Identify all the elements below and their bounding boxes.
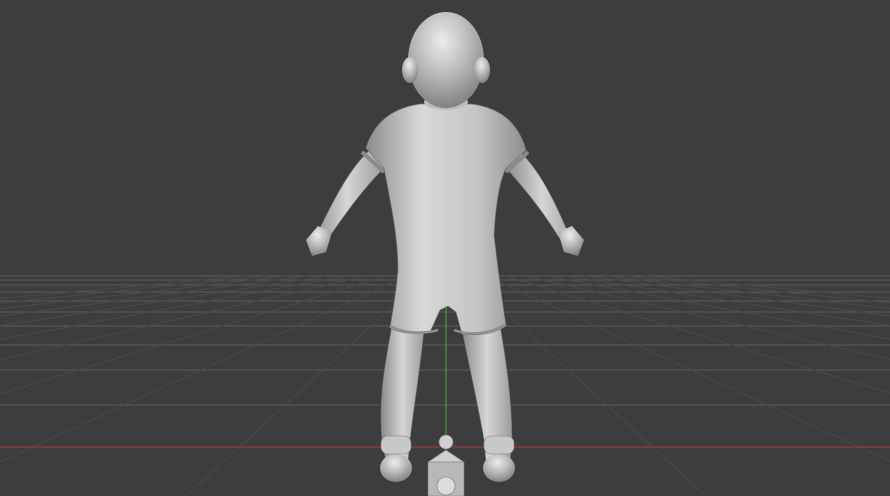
torso — [365, 103, 527, 336]
grid-line-radial — [605, 275, 890, 310]
grid-line-radial — [625, 275, 890, 304]
character-mesh[interactable] — [306, 12, 584, 482]
grid-line-radial — [585, 275, 890, 317]
camera-gizmo[interactable] — [427, 449, 465, 496]
left-hand — [306, 226, 332, 256]
lamp-gizmo[interactable] — [438, 434, 454, 450]
grid-line-radial — [0, 275, 387, 395]
left-sock — [380, 435, 412, 455]
grid-line-radial — [645, 275, 890, 299]
right-foot — [483, 454, 515, 482]
left-foot — [380, 454, 412, 482]
3d-viewport[interactable] — [0, 0, 890, 496]
right-sock — [483, 435, 515, 455]
grid-line-radial — [0, 275, 407, 463]
grid-line-radial — [0, 275, 247, 300]
viewport-scene[interactable] — [0, 0, 890, 496]
grid-line-radial — [485, 275, 890, 462]
right-hand — [558, 226, 584, 256]
grid-line-radial — [0, 275, 267, 304]
grid-line-radial — [0, 275, 307, 317]
grid-line-radial — [505, 275, 890, 394]
right-ear — [474, 57, 490, 83]
grid-line-radial — [0, 275, 287, 310]
head — [408, 12, 484, 108]
left-ear — [402, 57, 418, 83]
